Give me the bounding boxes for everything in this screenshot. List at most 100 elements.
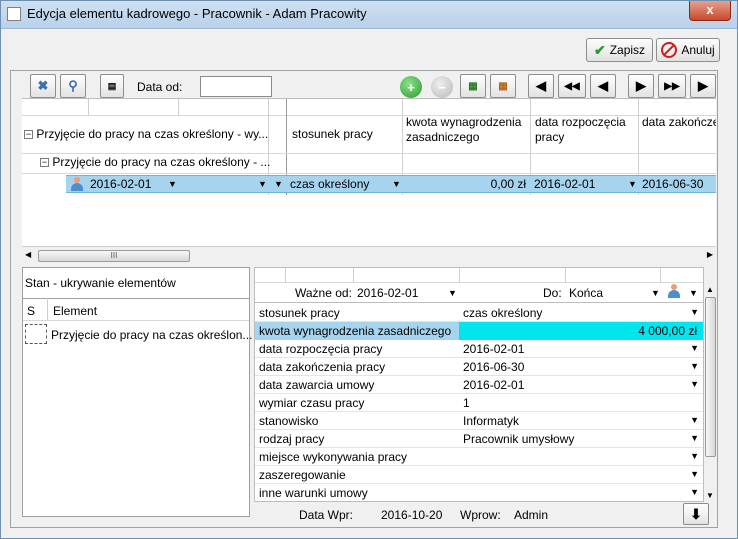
chevron-down-icon[interactable]: ▼ bbox=[690, 451, 699, 461]
person-icon[interactable] bbox=[667, 284, 681, 298]
scroll-bottom-button[interactable]: ⬇ bbox=[683, 503, 709, 525]
minus-icon: − bbox=[438, 79, 446, 95]
prop-row[interactable]: stosunek pracy czas określony ▼ bbox=[255, 304, 703, 322]
calendar-button[interactable]: ▤ bbox=[100, 74, 124, 98]
chevron-down-icon[interactable]: ▼ bbox=[392, 179, 401, 189]
search-icon: ⚲ bbox=[68, 78, 78, 93]
chevron-down-icon[interactable]: ▼ bbox=[690, 433, 699, 443]
add-button[interactable]: + bbox=[400, 76, 422, 98]
vertical-scrollbar[interactable]: ▲ ▼ bbox=[704, 285, 717, 500]
nav-prev-button[interactable]: ◀ bbox=[528, 74, 554, 98]
chevron-down-icon[interactable]: ▼ bbox=[651, 288, 660, 298]
prop-value: czas określony bbox=[463, 306, 543, 320]
nav-first-button[interactable]: ◀◀ bbox=[558, 74, 586, 98]
col-data-zakonczenia[interactable]: data zakończenia pracy bbox=[642, 115, 716, 130]
col-data-rozpoczecia[interactable]: data rozpoczęcia pracy bbox=[535, 115, 635, 145]
table-add-icon: ▦ bbox=[468, 80, 478, 92]
col-stosunek[interactable]: stosunek pracy bbox=[292, 127, 373, 142]
nav-next-button[interactable]: ▶ bbox=[690, 74, 716, 98]
to-value[interactable]: Końca bbox=[569, 286, 603, 300]
scroll-up-icon[interactable]: ▲ bbox=[706, 285, 714, 294]
wprow-value: Admin bbox=[514, 508, 549, 522]
nav-last-button[interactable]: ▶▶ bbox=[658, 74, 686, 98]
scroll-right-icon[interactable]: ▶ bbox=[707, 250, 713, 259]
row-kwota: 0,00 zł bbox=[490, 177, 526, 191]
chevron-down-icon[interactable]: ▼ bbox=[690, 361, 699, 371]
prop-row[interactable]: kwota wynagrodzenia zasadniczego 4 000,0… bbox=[255, 322, 703, 340]
row-date: 2016-02-01 bbox=[90, 177, 152, 191]
chevron-down-icon[interactable]: ▼ bbox=[690, 307, 699, 317]
chevron-down-icon[interactable]: ▼ bbox=[690, 379, 699, 389]
date-from-input[interactable] bbox=[200, 76, 272, 97]
table-edit-icon: ▦ bbox=[498, 80, 508, 92]
prop-key: stosunek pracy bbox=[259, 306, 340, 320]
search-button[interactable]: ⚲ bbox=[60, 74, 86, 98]
save-button[interactable]: ✔ Zapisz bbox=[586, 38, 653, 62]
state-panel: Stan - ukrywanie elementów S Element Prz… bbox=[22, 267, 252, 517]
prop-value: 2016-02-01 bbox=[463, 342, 525, 356]
person-icon bbox=[70, 177, 84, 191]
prop-row[interactable]: stanowisko Informatyk ▼ bbox=[255, 412, 703, 430]
chevron-down-icon[interactable]: ▼ bbox=[168, 179, 177, 189]
list-item[interactable]: Przyjęcie do pracy na czas określon... bbox=[51, 328, 252, 342]
scroll-thumb[interactable] bbox=[705, 297, 716, 457]
prop-value[interactable]: 4 000,00 zł bbox=[638, 324, 697, 338]
collapse-icon[interactable]: − bbox=[40, 158, 49, 168]
add-element-button[interactable]: ▦ bbox=[460, 74, 486, 98]
prop-row[interactable]: wymiar czasu pracy 1 bbox=[255, 394, 703, 412]
tools-icon: ✖ bbox=[37, 78, 49, 93]
chevron-down-icon[interactable]: ▼ bbox=[690, 343, 699, 353]
col-element[interactable]: Element bbox=[53, 304, 97, 318]
scroll-down-icon[interactable]: ▼ bbox=[706, 491, 714, 500]
scroll-thumb[interactable]: III bbox=[38, 250, 190, 262]
chevron-down-icon[interactable]: ▼ bbox=[690, 415, 699, 425]
chevron-down-icon[interactable]: ▼ bbox=[274, 179, 283, 189]
tree-child-label: Przyjęcie do pracy na czas określony - .… bbox=[52, 155, 271, 169]
table-row[interactable]: 2016-02-01 ▼ ▼ ▼ czas określony ▼ 0,00 z… bbox=[22, 175, 716, 193]
edit-element-button[interactable]: ▦ bbox=[490, 74, 516, 98]
title-bar[interactable]: Edycja elementu kadrowego - Pracownik - … bbox=[1, 1, 737, 29]
date-from-label: Data od: bbox=[137, 80, 183, 94]
prop-key: rodzaj pracy bbox=[259, 432, 325, 446]
prop-row[interactable]: data zawarcia umowy 2016-02-01 ▼ bbox=[255, 376, 703, 394]
prop-row[interactable]: zaszeregowanie ▼ bbox=[255, 466, 703, 484]
nav-forward-button[interactable]: ▶ bbox=[628, 74, 654, 98]
prop-row[interactable]: rodzaj pracy Pracownik umysłowy ▼ bbox=[255, 430, 703, 448]
remove-button[interactable]: − bbox=[431, 76, 453, 98]
prop-row[interactable]: miejsce wykonywania pracy ▼ bbox=[255, 448, 703, 466]
prop-key: stanowisko bbox=[259, 414, 319, 428]
elements-grid[interactable]: − Przyjęcie do pracy na czas określony -… bbox=[22, 98, 716, 246]
col-kwota[interactable]: kwota wynagrodzenia zasadniczego bbox=[406, 115, 526, 145]
prop-row[interactable]: inne warunki umowy ▼ bbox=[255, 484, 703, 501]
prop-key: wymiar czasu pracy bbox=[259, 396, 365, 410]
state-panel-title: Stan - ukrywanie elementów bbox=[25, 276, 176, 290]
scroll-left-icon[interactable]: ◀ bbox=[25, 250, 31, 259]
prop-key: kwota wynagrodzenia zasadniczego bbox=[259, 324, 452, 338]
horizontal-scrollbar[interactable]: ◀ III ▶ bbox=[22, 246, 716, 264]
collapse-icon[interactable]: − bbox=[24, 130, 33, 140]
properties-panel: Ważne od: 2016-02-01 ▼ Do: Końca ▼ ▼ sto… bbox=[254, 267, 704, 502]
state-checkbox[interactable] bbox=[25, 324, 47, 344]
row-stosunek: czas określony bbox=[290, 177, 370, 191]
nav-back-button[interactable]: ◀ bbox=[590, 74, 616, 98]
tree-child-row[interactable]: − Przyjęcie do pracy na czas określony -… bbox=[40, 155, 270, 170]
col-s[interactable]: S bbox=[27, 304, 35, 318]
prop-row[interactable]: data zakończenia pracy 2016-06-30 ▼ bbox=[255, 358, 703, 376]
tree-root-row[interactable]: − Przyjęcie do pracy na czas określony -… bbox=[24, 127, 268, 142]
valid-from-value[interactable]: 2016-02-01 bbox=[357, 286, 418, 300]
prop-row[interactable]: data rozpoczęcia pracy 2016-02-01 ▼ bbox=[255, 340, 703, 358]
tools-button[interactable]: ✖ bbox=[30, 74, 56, 98]
chevron-down-icon[interactable]: ▼ bbox=[689, 288, 698, 298]
chevron-down-icon[interactable]: ▼ bbox=[690, 469, 699, 479]
chevron-down-icon[interactable]: ▼ bbox=[628, 179, 637, 189]
chevron-down-icon[interactable]: ▼ bbox=[258, 179, 267, 189]
cancel-button[interactable]: Anuluj bbox=[656, 38, 720, 62]
close-button[interactable]: x bbox=[689, 1, 731, 21]
valid-from-label: Ważne od: bbox=[295, 286, 352, 300]
prop-key: data zawarcia umowy bbox=[259, 378, 375, 392]
check-icon: ✔ bbox=[593, 41, 606, 58]
chevron-down-icon[interactable]: ▼ bbox=[690, 487, 699, 497]
to-label: Do: bbox=[543, 286, 562, 300]
prop-key: data rozpoczęcia pracy bbox=[259, 342, 383, 356]
chevron-down-icon[interactable]: ▼ bbox=[448, 288, 457, 298]
